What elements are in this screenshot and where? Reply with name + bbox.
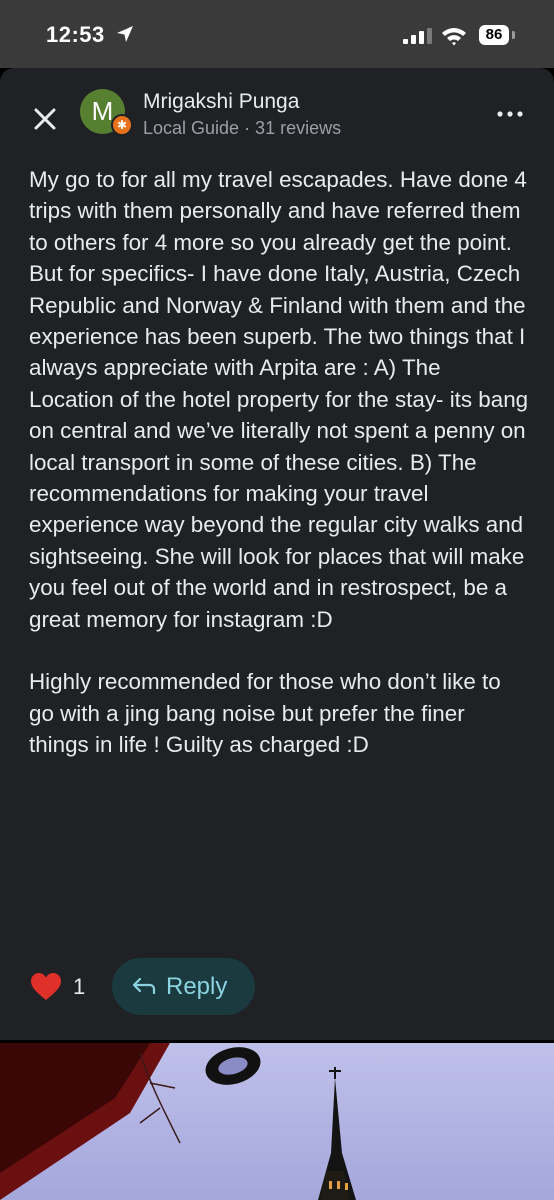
like-count: 1 (73, 974, 86, 999)
reply-button[interactable]: Reply (112, 958, 255, 1015)
more-options-icon[interactable] (494, 106, 526, 122)
author-meta: Local Guide · 31 reviews (143, 118, 342, 138)
reply-icon (132, 977, 156, 995)
location-arrow-icon (117, 26, 133, 42)
status-time: 12:53 (46, 22, 105, 47)
heart-icon[interactable] (30, 972, 62, 1002)
review-paragraph: My go to for all my travel escapades. Ha… (29, 167, 529, 632)
battery-icon: 86 (479, 25, 509, 45)
review-photo-image (0, 1043, 356, 1200)
author-name[interactable]: Mrigakshi Punga (143, 90, 299, 114)
reply-label: Reply (166, 973, 228, 1000)
cellular-signal-icon (403, 28, 432, 44)
battery-level: 86 (485, 26, 503, 43)
battery-tip (512, 31, 515, 39)
status-bar: 12:53 86 (0, 0, 554, 68)
review-paragraph: Highly recommended for those who don’t l… (29, 669, 501, 758)
wifi-icon (442, 28, 466, 46)
local-guide-badge-icon: ✱ (111, 114, 133, 136)
avatar-initial: M (91, 96, 114, 126)
review-photo[interactable] (0, 1043, 554, 1200)
review-sheet: M ✱ Mrigakshi Punga Local Guide · 31 rev… (0, 68, 554, 1040)
close-icon[interactable] (24, 98, 66, 140)
review-text: My go to for all my travel escapades. Ha… (29, 164, 529, 761)
